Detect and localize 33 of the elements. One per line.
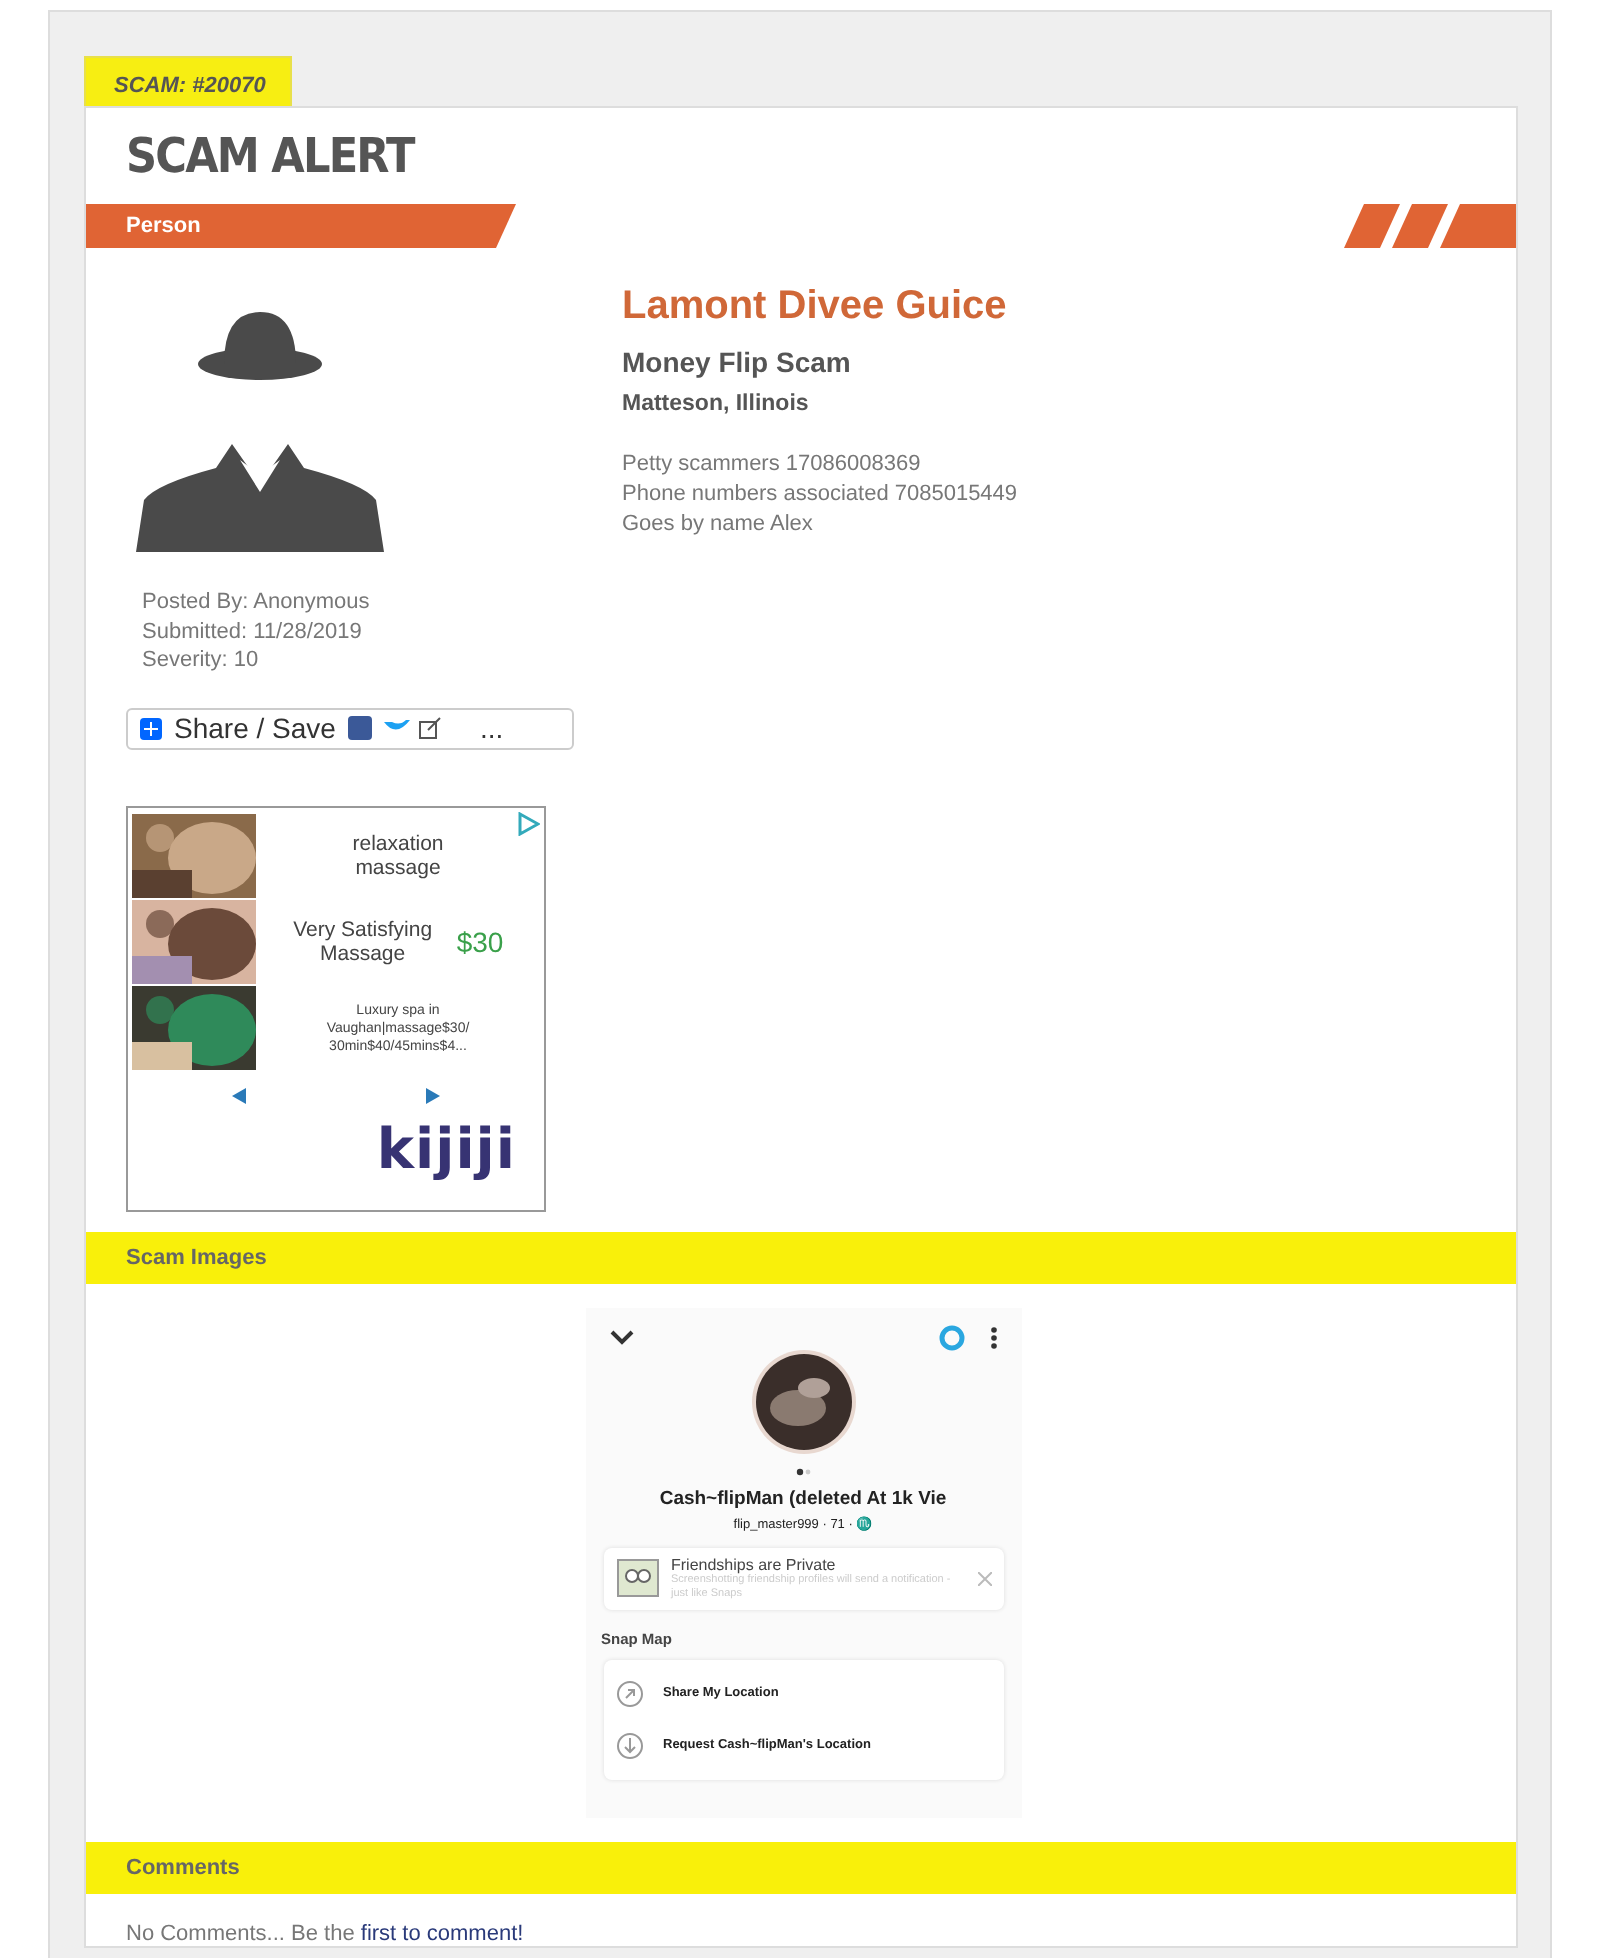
page-dots-icon — [793, 1467, 813, 1475]
friends-icon — [615, 1556, 659, 1600]
previous-arrow-icon[interactable] — [232, 1087, 248, 1103]
post-info: Severity: 10 — [142, 646, 261, 675]
share-button[interactable]: Share / Save ... — [126, 707, 574, 749]
comments-text: No Comments... Be the first to comment! — [124, 1919, 526, 1945]
arrow-up-right-icon — [615, 1679, 643, 1707]
comment-link[interactable]: first to comment! — [360, 1921, 524, 1945]
ad-title[interactable]: Very Satisfying Massage — [292, 918, 433, 966]
ad-title[interactable]: relaxation massage — [328, 832, 468, 880]
detail-line: Phone numbers associated 7085015449 — [622, 480, 1018, 510]
post-info: Posted By: Anonymous — [142, 588, 372, 617]
next-arrow-icon[interactable] — [424, 1087, 440, 1103]
person-name: Lamont Divee Guice — [622, 284, 1009, 330]
section-header: Scam Images — [86, 1231, 1516, 1283]
ad-choices-icon[interactable] — [516, 811, 540, 835]
detail-line: Petty scammers 17086008369 — [622, 450, 923, 480]
ad-price: $30 — [456, 926, 504, 958]
detail-line: Goes by name Alex — [622, 510, 815, 540]
post-info: Submitted: 11/28/2019 — [142, 617, 364, 646]
arrow-down-icon — [615, 1731, 643, 1759]
display-name: Cash~flipMan (deleted At 1k Vie — [659, 1487, 947, 1509]
scam-number-tag: SCAM: #20070 — [84, 56, 292, 106]
section-header: Person — [86, 204, 516, 248]
brand-logo[interactable]: kijiji — [132, 1115, 540, 1181]
notice-title: Friendships are Private — [671, 1555, 838, 1573]
location: Matteson, Illinois — [622, 392, 811, 416]
plus-icon — [140, 717, 162, 739]
chevron-down-icon — [609, 1329, 633, 1345]
more-icon — [989, 1325, 997, 1349]
section-header: Comments — [86, 1841, 1516, 1893]
page-title: SCAM ALERT — [126, 128, 417, 184]
scam-type: Money Flip Scam — [622, 346, 853, 378]
